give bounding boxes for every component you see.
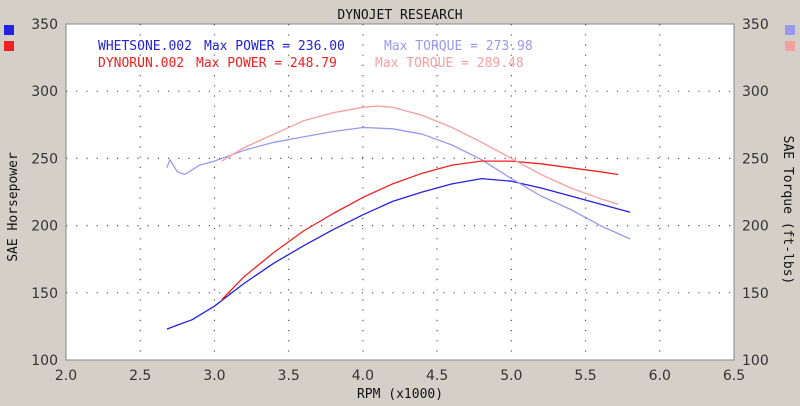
x-axis-label: RPM (x1000) [357, 387, 443, 402]
x-tick-labels: 2.0 2.5 3.0 3.5 4.0 4.5 5.0 5.5 6.0 6.5 [55, 368, 745, 384]
x-tick-label: 5.0 [500, 368, 522, 384]
y-right-axis-label: SAE Torque (ft-lbs) [780, 136, 795, 285]
y-right-tick-label: 100 [742, 353, 769, 369]
y-left-tick-label: 250 [31, 151, 58, 167]
chart-title: DYNOJET RESEARCH [337, 8, 462, 23]
legend-run1-name: WHETSONE.002 [98, 39, 192, 54]
y-left-axis-label: SAE Horsepower [6, 152, 21, 262]
x-tick-label: 3.5 [278, 368, 300, 384]
y-left-tick-label: 350 [31, 17, 58, 33]
y-left-tick-labels: 100 150 200 250 300 350 [31, 17, 58, 369]
legend-run2-name: DYNORUN.002 [98, 56, 184, 71]
y-left-tick-label: 150 [31, 286, 58, 302]
plot-area [65, 23, 735, 361]
x-tick-label: 4.0 [352, 368, 374, 384]
x-tick-label: 5.5 [574, 368, 596, 384]
legend-run1-power: Max POWER = 236.00 [204, 39, 345, 54]
legend-run1-torque: Max TORQUE = 273.98 [384, 39, 533, 54]
y-right-tick-label: 350 [742, 17, 769, 33]
y-right-tick-label: 200 [742, 219, 769, 235]
legend-swatch-run1-power [4, 25, 14, 35]
legend-swatch-run1-torque [785, 25, 795, 35]
legend-swatch-run2-power [4, 41, 14, 51]
x-tick-label: 3.0 [203, 368, 225, 384]
y-left-tick-label: 200 [31, 219, 58, 235]
y-left-tick-label: 300 [31, 84, 58, 100]
legend-run2-torque: Max TORQUE = 289.48 [375, 56, 524, 71]
y-left-tick-label: 100 [31, 353, 58, 369]
x-tick-label: 4.5 [426, 368, 448, 384]
y-right-tick-label: 250 [742, 151, 769, 167]
dyno-chart: 2.0 2.5 3.0 3.5 4.0 4.5 5.0 5.5 6.0 6.5 100 150 200… [4, 8, 795, 402]
legend-run2-power: Max POWER = 248.79 [196, 56, 337, 71]
y-right-tick-label: 300 [742, 84, 769, 100]
legend-swatch-run2-torque [785, 41, 795, 51]
x-tick-label: 2.0 [55, 368, 77, 384]
y-right-tick-label: 150 [742, 286, 769, 302]
x-tick-label: 6.5 [723, 368, 745, 384]
y-right-tick-labels: 100 150 200 250 300 350 [742, 17, 769, 369]
x-tick-label: 2.5 [129, 368, 151, 384]
x-tick-label: 6.0 [649, 368, 671, 384]
